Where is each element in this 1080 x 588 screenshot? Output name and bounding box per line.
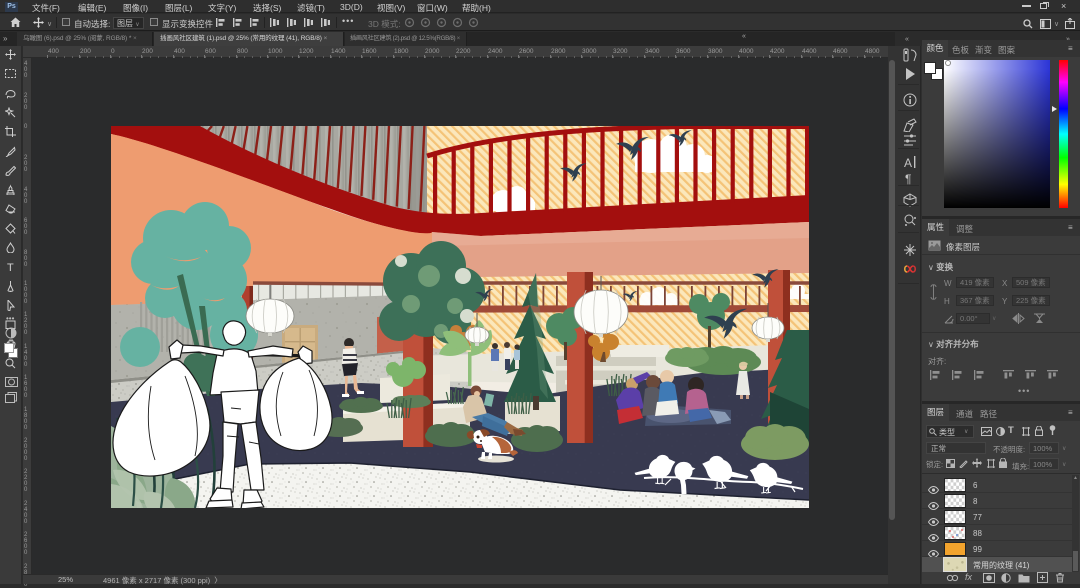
svg-text:T: T xyxy=(7,262,14,272)
svg-text:¶: ¶ xyxy=(905,172,911,185)
svg-text:A: A xyxy=(904,156,912,169)
